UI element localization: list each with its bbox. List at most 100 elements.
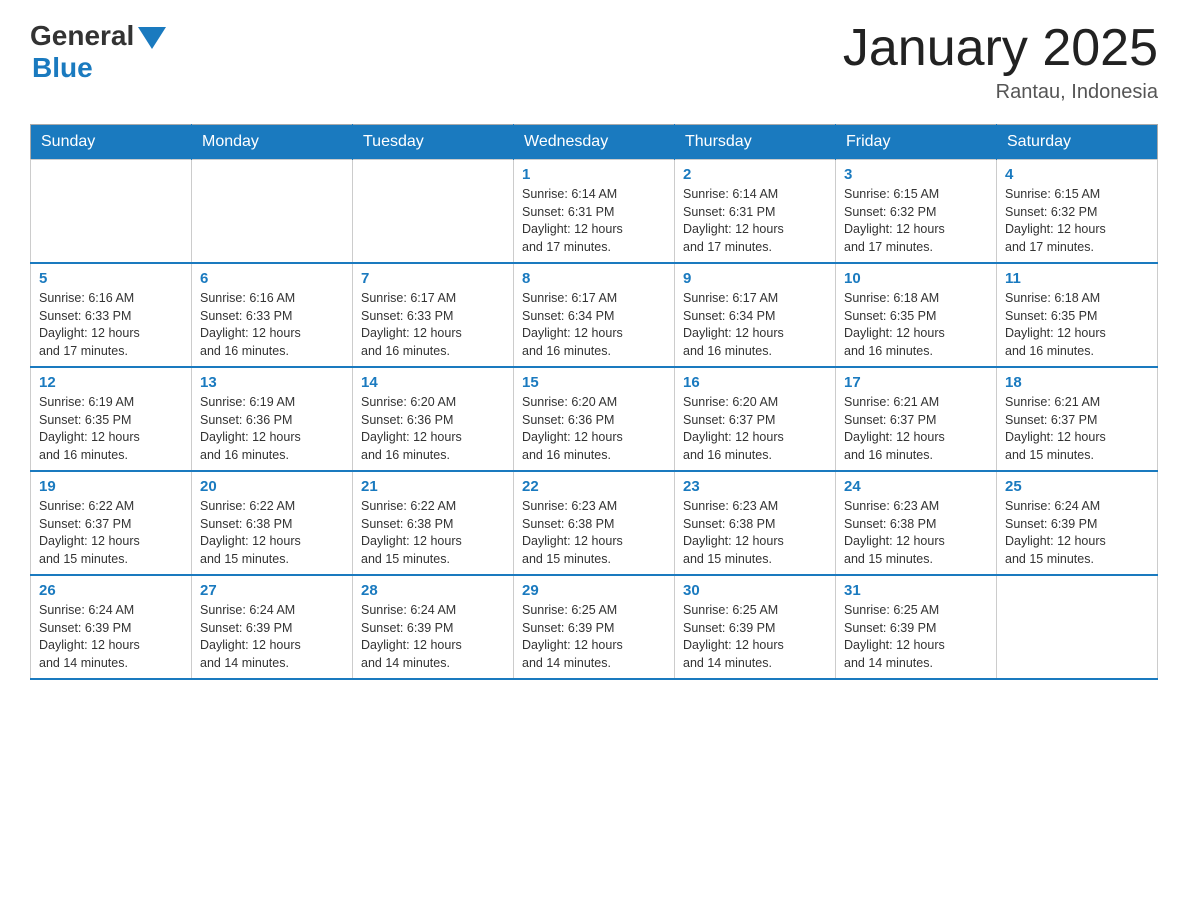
calendar-cell: 18 Sunrise: 6:21 AMSunset: 6:37 PMDayligh…: [997, 367, 1158, 471]
day-info: Sunrise: 6:16 AMSunset: 6:33 PMDaylight:…: [39, 290, 183, 360]
calendar-cell: 20Sunrise: 6:22 AMSunset: 6:38 PMDayligh…: [192, 471, 353, 575]
days-header-row: SundayMondayTuesdayWednesdayThursdayFrid…: [31, 125, 1158, 160]
day-info: Sunrise: 6:22 AMSunset: 6:38 PMDaylight:…: [361, 498, 505, 568]
calendar-cell: 22 Sunrise: 6:23 AMSunset: 6:38 PMDayligh…: [514, 471, 675, 575]
day-number: 24: [844, 478, 988, 495]
day-info: Sunrise: 6:17 AMSunset: 6:34 PMDaylight:…: [522, 290, 666, 360]
calendar-cell: 5Sunrise: 6:16 AMSunset: 6:33 PMDaylight…: [31, 263, 192, 367]
logo-blue-text: Blue: [32, 52, 93, 84]
calendar-body: 1 Sunrise: 6:14 AMSunset: 6:31 PMDaylight…: [31, 160, 1158, 680]
day-info: Sunrise: 6:24 AMSunset: 6:39 PMDaylight:…: [39, 602, 183, 672]
calendar-cell: 12 Sunrise: 6:19 AMSunset: 6:35 PMDayligh…: [31, 367, 192, 471]
day-number: 15: [522, 374, 666, 391]
calendar-title: January 2025: [843, 20, 1158, 77]
day-number: 20: [200, 478, 344, 495]
calendar-cell: 23Sunrise: 6:23 AMSunset: 6:38 PMDayligh…: [675, 471, 836, 575]
logo: General Blue: [30, 20, 166, 84]
day-info: Sunrise: 6:24 AMSunset: 6:39 PMDaylight:…: [1005, 498, 1149, 568]
day-info: Sunrise: 6:18 AMSunset: 6:35 PMDaylight:…: [844, 290, 988, 360]
calendar-cell: 3Sunrise: 6:15 AMSunset: 6:32 PMDaylight…: [836, 160, 997, 264]
week-row-4: 26Sunrise: 6:24 AMSunset: 6:39 PMDayligh…: [31, 575, 1158, 679]
day-header-thursday: Thursday: [675, 125, 836, 160]
calendar-cell: 26Sunrise: 6:24 AMSunset: 6:39 PMDayligh…: [31, 575, 192, 679]
day-number: 4: [1005, 166, 1149, 183]
day-header-monday: Monday: [192, 125, 353, 160]
calendar-cell: 11Sunrise: 6:18 AMSunset: 6:35 PMDayligh…: [997, 263, 1158, 367]
day-info: Sunrise: 6:23 AMSunset: 6:38 PMDaylight:…: [522, 498, 666, 568]
logo-general-text: General: [30, 20, 134, 52]
day-number: 12: [39, 374, 183, 391]
calendar-cell: 31 Sunrise: 6:25 AMSunset: 6:39 PMDayligh…: [836, 575, 997, 679]
calendar-cell: 13 Sunrise: 6:19 AMSunset: 6:36 PMDayligh…: [192, 367, 353, 471]
calendar-cell: 8 Sunrise: 6:17 AMSunset: 6:34 PMDaylight…: [514, 263, 675, 367]
calendar-cell: 28Sunrise: 6:24 AMSunset: 6:39 PMDayligh…: [353, 575, 514, 679]
day-header-wednesday: Wednesday: [514, 125, 675, 160]
page-header: General Blue January 2025 Rantau, Indone…: [30, 20, 1158, 104]
calendar-cell: 9 Sunrise: 6:17 AMSunset: 6:34 PMDaylight…: [675, 263, 836, 367]
day-number: 17: [844, 374, 988, 391]
day-info: Sunrise: 6:17 AMSunset: 6:34 PMDaylight:…: [683, 290, 827, 360]
day-info: Sunrise: 6:22 AMSunset: 6:37 PMDaylight:…: [39, 498, 183, 568]
day-number: 16: [683, 374, 827, 391]
calendar-cell: 1 Sunrise: 6:14 AMSunset: 6:31 PMDaylight…: [514, 160, 675, 264]
day-info: Sunrise: 6:25 AMSunset: 6:39 PMDaylight:…: [844, 602, 988, 672]
day-number: 31: [844, 582, 988, 599]
day-header-friday: Friday: [836, 125, 997, 160]
day-info: Sunrise: 6:19 AMSunset: 6:35 PMDaylight:…: [39, 394, 183, 464]
week-row-3: 19 Sunrise: 6:22 AMSunset: 6:37 PMDayligh…: [31, 471, 1158, 575]
day-number: 19: [39, 478, 183, 495]
day-number: 9: [683, 270, 827, 287]
calendar-cell: [353, 160, 514, 264]
day-info: Sunrise: 6:20 AMSunset: 6:37 PMDaylight:…: [683, 394, 827, 464]
calendar-header: SundayMondayTuesdayWednesdayThursdayFrid…: [31, 125, 1158, 160]
week-row-1: 5Sunrise: 6:16 AMSunset: 6:33 PMDaylight…: [31, 263, 1158, 367]
day-number: 3: [844, 166, 988, 183]
week-row-0: 1 Sunrise: 6:14 AMSunset: 6:31 PMDaylight…: [31, 160, 1158, 264]
day-number: 8: [522, 270, 666, 287]
calendar-cell: 30Sunrise: 6:25 AMSunset: 6:39 PMDayligh…: [675, 575, 836, 679]
day-info: Sunrise: 6:17 AMSunset: 6:33 PMDaylight:…: [361, 290, 505, 360]
day-number: 18: [1005, 374, 1149, 391]
calendar-subtitle: Rantau, Indonesia: [843, 81, 1158, 104]
day-header-saturday: Saturday: [997, 125, 1158, 160]
calendar-cell: 19 Sunrise: 6:22 AMSunset: 6:37 PMDayligh…: [31, 471, 192, 575]
day-number: 10: [844, 270, 988, 287]
calendar-cell: 2 Sunrise: 6:14 AMSunset: 6:31 PMDaylight…: [675, 160, 836, 264]
title-section: January 2025 Rantau, Indonesia: [843, 20, 1158, 104]
calendar-cell: [997, 575, 1158, 679]
logo-triangle-icon: [138, 27, 166, 49]
calendar-cell: 29 Sunrise: 6:25 AMSunset: 6:39 PMDayligh…: [514, 575, 675, 679]
calendar-cell: 21 Sunrise: 6:22 AMSunset: 6:38 PMDayligh…: [353, 471, 514, 575]
calendar-cell: 25 Sunrise: 6:24 AMSunset: 6:39 PMDayligh…: [997, 471, 1158, 575]
day-number: 1: [522, 166, 666, 183]
day-number: 11: [1005, 270, 1149, 287]
day-header-tuesday: Tuesday: [353, 125, 514, 160]
day-info: Sunrise: 6:20 AMSunset: 6:36 PMDaylight:…: [522, 394, 666, 464]
calendar-cell: 10 Sunrise: 6:18 AMSunset: 6:35 PMDayligh…: [836, 263, 997, 367]
calendar-cell: 27Sunrise: 6:24 AMSunset: 6:39 PMDayligh…: [192, 575, 353, 679]
week-row-2: 12 Sunrise: 6:19 AMSunset: 6:35 PMDayligh…: [31, 367, 1158, 471]
day-info: Sunrise: 6:24 AMSunset: 6:39 PMDaylight:…: [361, 602, 505, 672]
calendar-cell: 14 Sunrise: 6:20 AMSunset: 6:36 PMDayligh…: [353, 367, 514, 471]
calendar-cell: [192, 160, 353, 264]
calendar-cell: 6Sunrise: 6:16 AMSunset: 6:33 PMDaylight…: [192, 263, 353, 367]
day-info: Sunrise: 6:14 AMSunset: 6:31 PMDaylight:…: [522, 186, 666, 256]
day-number: 22: [522, 478, 666, 495]
day-number: 2: [683, 166, 827, 183]
day-number: 14: [361, 374, 505, 391]
day-info: Sunrise: 6:25 AMSunset: 6:39 PMDaylight:…: [522, 602, 666, 672]
day-number: 23: [683, 478, 827, 495]
day-number: 21: [361, 478, 505, 495]
day-info: Sunrise: 6:19 AMSunset: 6:36 PMDaylight:…: [200, 394, 344, 464]
day-number: 30: [683, 582, 827, 599]
day-info: Sunrise: 6:20 AMSunset: 6:36 PMDaylight:…: [361, 394, 505, 464]
calendar-cell: [31, 160, 192, 264]
calendar-cell: 24Sunrise: 6:23 AMSunset: 6:38 PMDayligh…: [836, 471, 997, 575]
day-number: 27: [200, 582, 344, 599]
day-number: 29: [522, 582, 666, 599]
day-info: Sunrise: 6:14 AMSunset: 6:31 PMDaylight:…: [683, 186, 827, 256]
day-number: 25: [1005, 478, 1149, 495]
day-info: Sunrise: 6:16 AMSunset: 6:33 PMDaylight:…: [200, 290, 344, 360]
day-info: Sunrise: 6:21 AMSunset: 6:37 PMDaylight:…: [1005, 394, 1149, 464]
day-number: 13: [200, 374, 344, 391]
